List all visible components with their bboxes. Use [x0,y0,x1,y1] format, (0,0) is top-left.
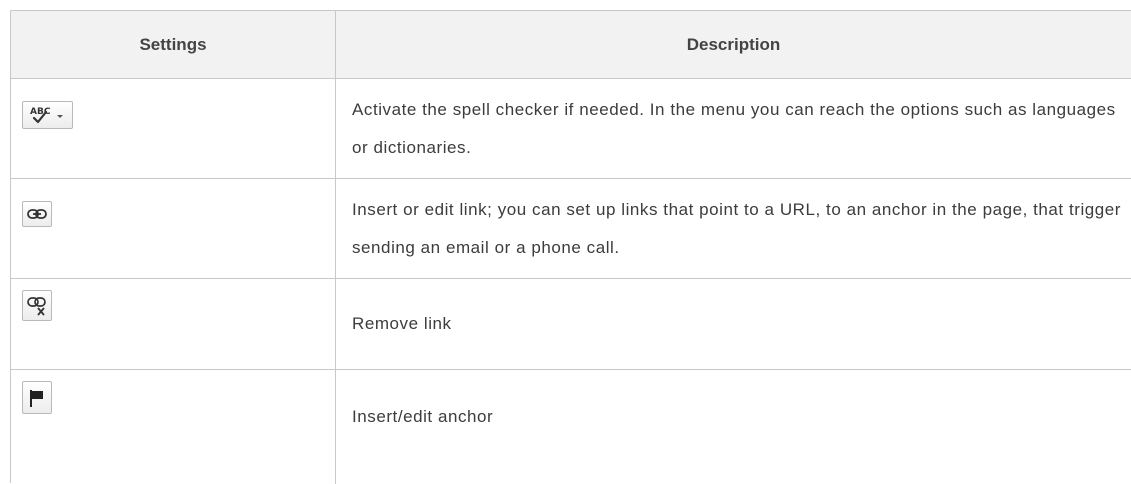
description-text: Activate the spell checker if needed. In… [352,99,1116,157]
header-description: Description [686,34,781,54]
description-cell: Activate the spell checker if needed. In… [336,79,1131,178]
link-button[interactable] [22,201,52,227]
settings-cell [11,370,336,484]
settings-cell [11,279,336,369]
svg-text:ABC: ABC [30,107,51,117]
unlink-icon [27,296,46,316]
spellcheck-button[interactable]: ABC [22,101,73,129]
table-row: Remove link [11,279,1131,370]
description-cell: Insert or edit link; you can set up link… [336,179,1131,278]
anchor-flag-icon [30,389,43,407]
settings-cell: ABC [11,79,336,178]
description-cell: Remove link [336,279,1131,369]
header-settings: Settings [11,11,336,78]
table-row: Insert or edit link; you can set up link… [11,179,1131,279]
anchor-button[interactable] [22,381,52,414]
link-icon [27,209,47,219]
settings-cell [11,179,336,278]
table-row: Insert/edit anchor [11,370,1131,484]
table-header-row: Settings Description [11,11,1131,79]
description-cell: Insert/edit anchor [336,370,1131,464]
table-row: ABC Activate the spell checker if needed… [11,79,1131,179]
settings-table: Settings Description ABC Activate the sp… [10,10,1131,484]
unlink-button[interactable] [22,290,52,321]
description-text: Remove link [352,314,452,333]
description-text: Insert or edit link; you can set up link… [352,199,1122,257]
spellcheck-dropdown-icon: ABC [30,107,63,124]
description-text: Insert/edit anchor [352,407,494,426]
